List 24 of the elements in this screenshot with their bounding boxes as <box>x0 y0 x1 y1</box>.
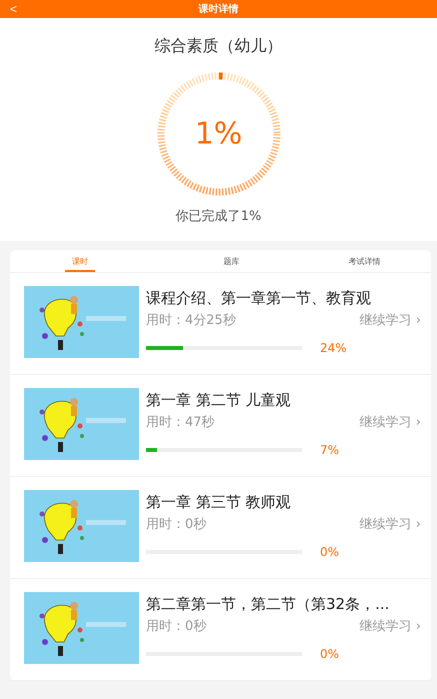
continue-link[interactable]: 继续学习 › <box>360 311 421 329</box>
tab[interactable]: 题库 <box>165 250 298 272</box>
time-spent: 用时：47秒 <box>146 414 215 431</box>
time-spent: 用时：0秒 <box>146 618 206 635</box>
continue-link[interactable]: 继续学习 › <box>360 515 421 533</box>
continue-link[interactable]: 继续学习 › <box>360 617 421 635</box>
lesson-percent: 0% <box>320 647 340 661</box>
course-title: 综合素质（幼儿） <box>154 36 282 57</box>
tab[interactable]: 课时 <box>65 250 95 272</box>
back-button[interactable]: < <box>6 0 22 18</box>
time-spent: 用时：0秒 <box>146 516 206 533</box>
completion-text: 你已完成了1% <box>176 208 262 225</box>
tab[interactable]: 考试详情 <box>298 250 431 272</box>
lesson-title: 第一章 第三节 教师观 <box>146 493 292 512</box>
lesson-title: 课程介绍、第一章第一节、教育观 <box>146 289 372 308</box>
lesson-percent: 7% <box>320 443 340 457</box>
lesson-title: 第二章第一节，第二节（第32条，... <box>146 595 390 614</box>
lesson-title: 第一章 第二节 儿童观 <box>146 391 292 410</box>
time-spent: 用时：4分25秒 <box>146 312 236 329</box>
lesson-percent: 24% <box>320 341 347 355</box>
lesson-percent: 0% <box>320 545 340 559</box>
continue-link[interactable]: 继续学习 › <box>360 413 421 431</box>
page-title: 课时详情 <box>198 2 238 16</box>
progress-percent: 1% <box>194 116 242 152</box>
